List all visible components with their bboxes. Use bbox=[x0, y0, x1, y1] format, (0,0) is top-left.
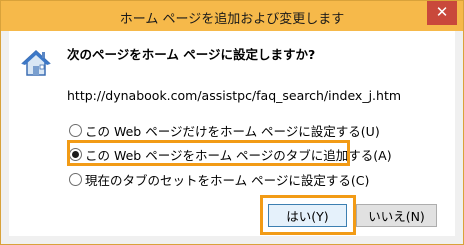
title-bar: ホーム ページを追加および変更します ✕ bbox=[1, 1, 463, 31]
dialog-window: ホーム ページを追加および変更します ✕ 次のページをホーム ページに設定します… bbox=[0, 0, 464, 245]
close-button[interactable]: ✕ bbox=[427, 1, 457, 25]
homepage-url: http://dynabook.com/assistpc/faq_search/… bbox=[67, 88, 402, 103]
option-label: 現在のタブのセットをホーム ページに設定する(C) bbox=[85, 172, 370, 188]
highlight-frame-option bbox=[67, 140, 350, 166]
radio-button[interactable] bbox=[69, 123, 82, 137]
house-icon bbox=[21, 49, 51, 76]
highlight-frame-yes-button bbox=[260, 195, 356, 235]
no-button[interactable]: いいえ(N) bbox=[356, 204, 437, 227]
option-set-only-this-page[interactable]: この Web ページだけをホーム ページに設定する(U) bbox=[69, 120, 380, 140]
option-set-current-tabs[interactable]: 現在のタブのセットをホーム ページに設定する(C) bbox=[69, 169, 369, 189]
close-icon: ✕ bbox=[435, 3, 449, 21]
radio-button[interactable] bbox=[69, 172, 82, 186]
dialog-question: 次のページをホーム ページに設定しますか? bbox=[67, 47, 316, 62]
option-label: この Web ページだけをホーム ページに設定する(U) bbox=[85, 123, 380, 139]
window-title: ホーム ページを追加および変更します bbox=[119, 12, 345, 27]
